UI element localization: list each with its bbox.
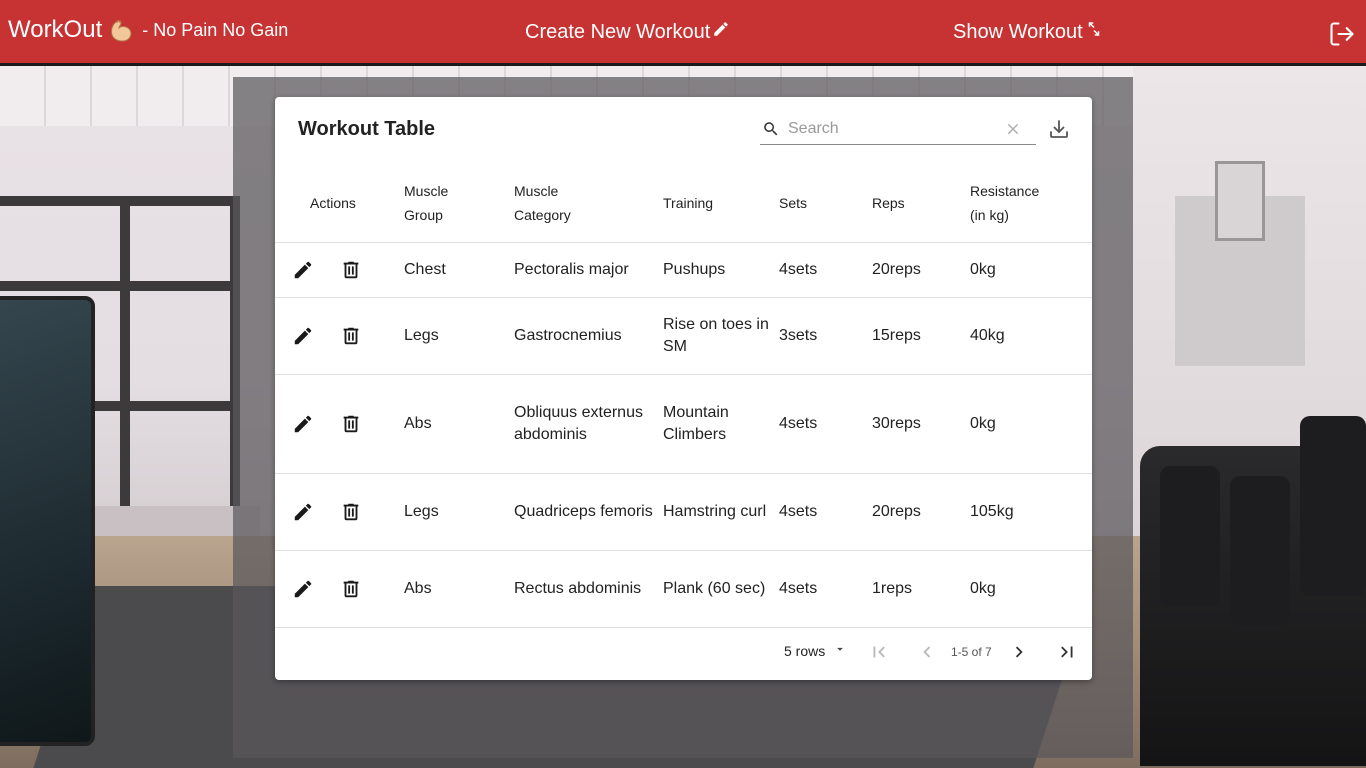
table-header-row: Actions Muscle Group Muscle Category Tra…	[275, 164, 1092, 243]
column-header-label: Group	[404, 206, 443, 223]
cell-muscle-group: Abs	[404, 550, 514, 628]
column-header-label: Resistance	[970, 182, 1040, 199]
show-workout-label: Show Workout	[953, 20, 1083, 43]
column-header-sets[interactable]: Sets	[779, 164, 872, 243]
search-field	[760, 114, 1036, 145]
cell-muscle-category: Pectoralis major	[514, 242, 663, 298]
workout-table-card: Workout Table Actions Muscle Group Muscl…	[275, 97, 1092, 680]
table-row: Abs Rectus abdominis Plank (60 sec) 4set…	[275, 550, 1092, 628]
column-header-label: Category	[514, 206, 571, 223]
column-header-reps[interactable]: Reps	[872, 164, 970, 243]
column-header-muscle-group[interactable]: Muscle Group	[404, 164, 514, 243]
cell-training: Mountain Climbers	[663, 374, 779, 474]
cell-resistance: 0kg	[970, 374, 1092, 474]
pencil-icon	[710, 20, 730, 44]
cell-muscle-group: Legs	[404, 297, 514, 375]
bg-mirror	[0, 296, 95, 746]
bg-electrical-panel	[1215, 161, 1265, 241]
delete-icon[interactable]	[339, 500, 363, 524]
bg-machine-seat	[1160, 466, 1220, 606]
cell-resistance: 40kg	[970, 297, 1092, 375]
last-page-icon[interactable]	[1055, 640, 1079, 664]
brand-subtitle: - No Pain No Gain	[142, 19, 289, 40]
cell-resistance: 0kg	[970, 242, 1092, 298]
cell-sets: 4sets	[779, 473, 872, 551]
workout-table: Actions Muscle Group Muscle Category Tra…	[275, 164, 1092, 628]
pagination: 5 rows 1-5 of 7	[275, 626, 1092, 680]
column-header-actions: Actions	[275, 164, 404, 243]
cell-training: Plank (60 sec)	[663, 550, 779, 628]
column-header-training[interactable]: Training	[663, 164, 779, 243]
edit-icon[interactable]	[291, 412, 315, 436]
rows-per-page-select[interactable]: 5 rows	[784, 642, 847, 659]
flexed-arm-icon	[108, 16, 136, 44]
row-actions	[275, 297, 404, 375]
row-actions	[275, 242, 404, 298]
bg-window-bar	[120, 196, 130, 516]
table-row: Legs Quadriceps femoris Hamstring curl 4…	[275, 473, 1092, 551]
logout-icon[interactable]	[1328, 20, 1356, 48]
cell-reps: 1reps	[872, 550, 970, 628]
cell-reps: 15reps	[872, 297, 970, 375]
show-workout-link[interactable]: Show Workout	[953, 20, 1103, 44]
top-app-bar: WorkOut - No Pain No Gain Create New Wor…	[0, 0, 1366, 66]
page-range: 1-5 of 7	[951, 645, 992, 659]
edit-icon[interactable]	[291, 500, 315, 524]
cell-training: Rise on toes in SM	[663, 297, 779, 375]
bg-machine-seat	[1300, 416, 1366, 596]
edit-icon[interactable]	[291, 577, 315, 601]
column-header-label: Muscle	[404, 182, 449, 199]
column-header-muscle-category[interactable]: Muscle Category	[514, 164, 663, 243]
delete-icon[interactable]	[339, 324, 363, 348]
table-title: Workout Table	[298, 118, 436, 140]
cell-sets: 4sets	[779, 550, 872, 628]
create-new-workout-label: Create New Workout	[525, 20, 711, 43]
chevron-down-icon	[825, 642, 847, 659]
rows-per-page-value: 5 rows	[784, 642, 826, 659]
cell-muscle-category: Obliquus externus abdominis	[514, 374, 663, 474]
expand-arrows-icon	[1083, 20, 1103, 44]
search-input[interactable]	[788, 118, 988, 140]
table-row: Chest Pectoralis major Pushups 4sets 20r…	[275, 242, 1092, 298]
bg-machine-seat	[1230, 476, 1290, 626]
close-icon[interactable]	[1004, 120, 1022, 138]
row-actions	[275, 374, 404, 474]
create-new-workout-link[interactable]: Create New Workout	[525, 20, 730, 44]
cell-sets: 3sets	[779, 297, 872, 375]
cell-reps: 30reps	[872, 374, 970, 474]
cell-muscle-category: Rectus abdominis	[514, 550, 663, 628]
delete-icon[interactable]	[339, 577, 363, 601]
cell-muscle-category: Gastrocnemius	[514, 297, 663, 375]
cell-muscle-group: Legs	[404, 473, 514, 551]
delete-icon[interactable]	[339, 412, 363, 436]
cell-training: Hamstring curl	[663, 473, 779, 551]
brand[interactable]: WorkOut - No Pain No Gain	[8, 16, 288, 44]
cell-sets: 4sets	[779, 374, 872, 474]
cell-sets: 4sets	[779, 242, 872, 298]
cell-training: Pushups	[663, 242, 779, 298]
cell-muscle-group: Chest	[404, 242, 514, 298]
row-actions	[275, 550, 404, 628]
download-icon[interactable]	[1047, 117, 1071, 141]
cell-resistance: 105kg	[970, 473, 1092, 551]
brand-title: WorkOut	[8, 16, 103, 43]
row-actions	[275, 473, 404, 551]
first-page-icon[interactable]	[867, 640, 891, 664]
search-icon	[762, 120, 780, 138]
cell-muscle-group: Abs	[404, 374, 514, 474]
next-page-icon[interactable]	[1007, 640, 1031, 664]
cell-reps: 20reps	[872, 242, 970, 298]
previous-page-icon[interactable]	[915, 640, 939, 664]
delete-icon[interactable]	[339, 258, 363, 282]
column-header-resistance[interactable]: Resistance (in kg)	[970, 164, 1092, 243]
edit-icon[interactable]	[291, 258, 315, 282]
table-row: Legs Gastrocnemius Rise on toes in SM 3s…	[275, 297, 1092, 375]
cell-resistance: 0kg	[970, 550, 1092, 628]
cell-reps: 20reps	[872, 473, 970, 551]
cell-muscle-category: Quadriceps femoris	[514, 473, 663, 551]
column-header-label: (in kg)	[970, 206, 1009, 223]
table-row: Abs Obliquus externus abdominis Mountain…	[275, 374, 1092, 474]
edit-icon[interactable]	[291, 324, 315, 348]
column-header-label: Muscle	[514, 182, 559, 199]
